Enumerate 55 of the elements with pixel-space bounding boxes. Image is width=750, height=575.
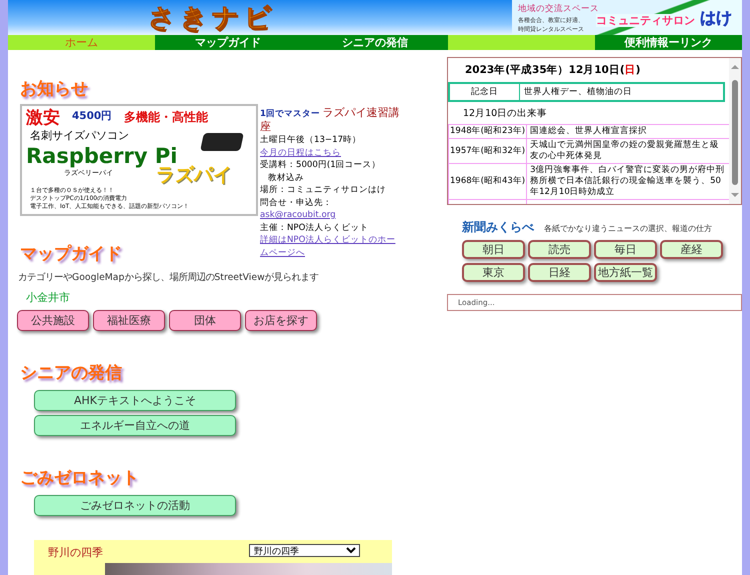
category-button[interactable]: 団体 xyxy=(169,310,241,331)
newspaper-button[interactable]: 読売 xyxy=(528,240,591,259)
calendar-date: 2023年(平成35年）12月10日(日) xyxy=(465,63,642,77)
info-text: 問合せ・申込先： xyxy=(260,198,332,208)
anniversary-text: 世界人権デー、植物油の日 xyxy=(523,86,633,99)
newspaper-button[interactable]: 地方紙一覧 xyxy=(594,263,657,282)
city-label: 小金井市 xyxy=(26,290,71,305)
details-link[interactable]: 詳細はNPO法人らくビットのホームページへ xyxy=(260,234,404,259)
salon-name: コミュニティサロン xyxy=(596,14,695,27)
category-button[interactable]: 公共施設 xyxy=(17,310,89,331)
panel-subtitle: 各紙でかなり違うニュースの選択、報道の仕方 xyxy=(544,223,712,234)
scrollbar[interactable] xyxy=(729,58,741,204)
event-year: 1948年(昭和23年) xyxy=(448,124,527,138)
course-title: 1回でマスター ラズパイ速習講座 xyxy=(260,107,401,134)
salon-name-suffix: はけ xyxy=(700,8,732,28)
newspaper-button[interactable]: 産経 xyxy=(660,240,723,259)
newspaper-button[interactable]: 朝日 xyxy=(462,240,525,259)
banner-text: 名刺サイズパソコン xyxy=(30,128,129,143)
link-button[interactable]: AHKテキストへようこそ xyxy=(34,390,236,411)
nav-tab[interactable]: 便利情報ーリンク xyxy=(595,35,742,50)
banner-text: 多機能・高性能 xyxy=(124,109,208,126)
category-button[interactable]: 福祉医療 xyxy=(93,310,165,331)
ad-text: 地域の交流スペース xyxy=(518,3,599,15)
events-heading: 12月10日の出来事 xyxy=(463,107,548,120)
banner-text: 4500円 xyxy=(72,109,112,123)
site-logo: さきナビ xyxy=(148,2,276,35)
description-text: カテゴリーやGoogleMapから探し、場所周辺のStreetViewが見られます xyxy=(18,271,320,284)
info-text: 土曜日午後（13−17時） xyxy=(260,135,362,145)
nav-tab[interactable]: シニアの発信 xyxy=(302,35,448,50)
event-year: 1968年(昭和43年) xyxy=(448,164,527,200)
anniversary-label: 記念日 xyxy=(450,84,520,100)
newspaper-button[interactable]: 毎日 xyxy=(594,240,657,259)
newspaper-button[interactable]: 東京 xyxy=(462,263,525,282)
info-text: 受講料：5000円(1回コース） xyxy=(260,159,382,172)
banner-text: 激安 xyxy=(26,107,60,129)
event-year: 1957年(昭和32年) xyxy=(448,138,527,164)
computer-case-icon xyxy=(200,133,244,151)
nav-tab[interactable]: マップガイド xyxy=(154,35,302,50)
section-heading: ごみゼロネット xyxy=(20,467,139,489)
newspaper-button[interactable]: 日経 xyxy=(528,263,591,282)
link-button[interactable]: エネルギー自立への道 xyxy=(34,415,236,436)
panel-title: 野川の四季 xyxy=(48,545,103,560)
info-text: 主催：NPO法人らくビット xyxy=(260,222,370,234)
category-button[interactable]: お店を探す xyxy=(245,310,317,331)
email-link[interactable]: ask@racoubit.org xyxy=(260,210,336,220)
event-text: 国連総会、世界人権宣言採択 xyxy=(526,124,730,138)
schedule-link[interactable]: 今月の日程はこちら xyxy=(260,146,341,159)
season-select[interactable]: 野川の四季 xyxy=(249,544,360,557)
section-heading: マップガイド xyxy=(20,243,122,265)
info-text: 教材込み xyxy=(267,172,305,184)
info-text: 場所：コミュニティサロンはけ xyxy=(260,184,387,196)
link-button[interactable]: ごみゼロネットの活動 xyxy=(34,495,236,516)
section-heading: シニアの発信 xyxy=(20,362,122,384)
panel-title: 新聞みくらべ xyxy=(462,219,534,236)
section-heading: お知らせ xyxy=(20,78,88,100)
